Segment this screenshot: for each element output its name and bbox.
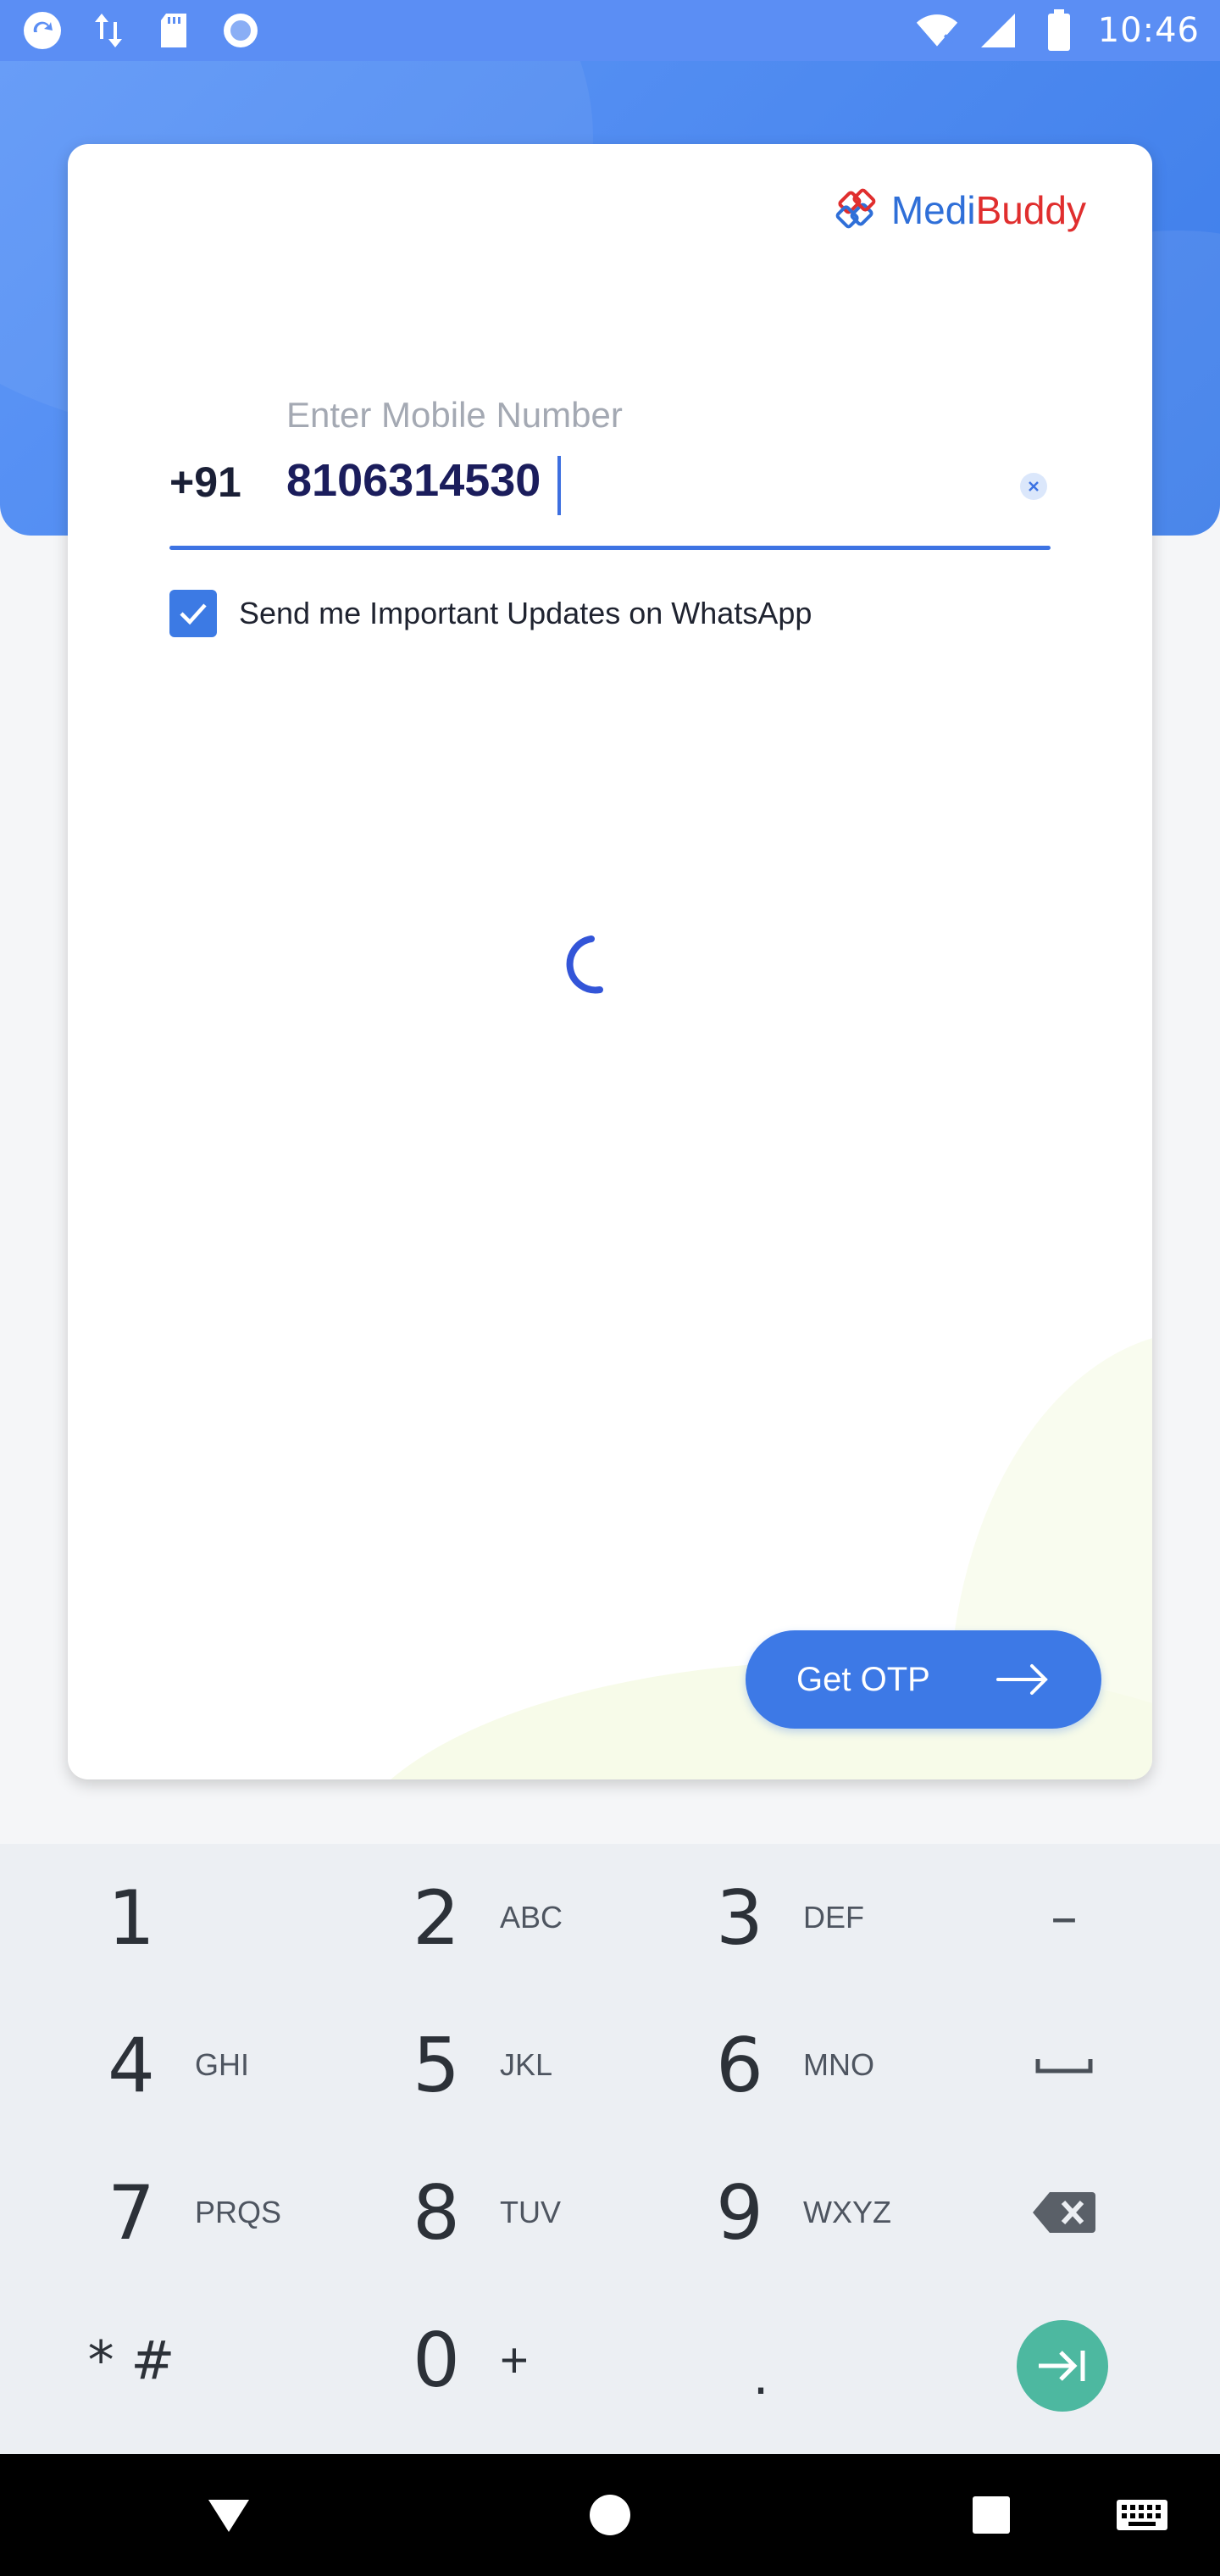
next-field-icon xyxy=(1039,2351,1085,2381)
backspace-key[interactable] xyxy=(1013,2147,1115,2278)
app-sync-icon xyxy=(20,8,64,53)
key-2[interactable]: 2 ABC xyxy=(390,1844,695,1991)
record-icon xyxy=(219,8,263,53)
key-8[interactable]: 8 TUV xyxy=(390,2139,695,2286)
country-code[interactable]: +91 xyxy=(169,458,241,507)
next-key[interactable] xyxy=(1017,2320,1108,2412)
input-underline xyxy=(169,546,1051,550)
clear-input-button[interactable] xyxy=(1020,473,1047,500)
home-button[interactable] xyxy=(580,2484,640,2545)
home-icon xyxy=(590,2495,630,2535)
status-time: 10:46 xyxy=(1097,11,1200,50)
space-key[interactable] xyxy=(1013,2000,1115,2130)
whatsapp-optin-label: Send me Important Updates on WhatsApp xyxy=(239,596,812,630)
key-period[interactable]: . xyxy=(693,2286,998,2434)
data-transfer-icon xyxy=(86,8,130,53)
brand-logo: MediBuddy xyxy=(829,181,1086,239)
wifi-icon xyxy=(915,8,959,53)
back-icon xyxy=(208,2500,249,2532)
back-button[interactable] xyxy=(198,2484,259,2545)
checkmark-icon xyxy=(180,603,207,625)
key-5[interactable]: 5 JKL xyxy=(390,1991,695,2139)
keyboard-switch-button[interactable] xyxy=(1112,2484,1173,2545)
brand-name: MediBuddy xyxy=(890,188,1086,232)
keyboard-icon xyxy=(1117,2500,1167,2530)
navigation-bar xyxy=(0,2454,1220,2576)
key-1[interactable]: 1 xyxy=(85,1844,390,1991)
key-6[interactable]: 6 MNO xyxy=(693,1991,998,2139)
close-icon xyxy=(1029,481,1039,491)
key-0[interactable]: 0 + xyxy=(390,2286,695,2434)
loading-spinner-icon xyxy=(566,935,603,994)
arrow-right-icon xyxy=(996,1664,1048,1695)
get-otp-label: Get OTP xyxy=(796,1660,930,1698)
mobile-number-input[interactable] xyxy=(286,451,964,510)
numeric-keypad: 1 2 ABC 3 DEF 4 GHI 5 JKL 6 MNO 7 PRQS 8 TUV 9W… xyxy=(0,1844,1220,2454)
space-bar-icon xyxy=(1035,2059,1093,2074)
get-otp-button[interactable]: Get OTP xyxy=(746,1630,1101,1729)
sd-card-icon xyxy=(152,8,197,53)
medibuddy-logo-icon xyxy=(829,181,883,239)
key-9[interactable]: 9 WXYZ xyxy=(693,2139,998,2286)
key-4[interactable]: 4 GHI xyxy=(85,1991,390,2139)
key-3[interactable]: 3 DEF xyxy=(693,1844,998,1991)
login-card: MediBuddy Enter Mobile Number +91 Send m… xyxy=(68,144,1152,1779)
key-symbols[interactable]: * # xyxy=(85,2286,390,2434)
recents-button[interactable] xyxy=(961,2484,1022,2545)
whatsapp-optin-row[interactable]: Send me Important Updates on WhatsApp xyxy=(169,590,812,637)
signal-icon xyxy=(976,8,1020,53)
text-cursor xyxy=(557,456,561,515)
whatsapp-optin-checkbox[interactable] xyxy=(169,590,217,637)
key-7[interactable]: 7 PRQS xyxy=(85,2139,390,2286)
mobile-number-label: Enter Mobile Number xyxy=(286,395,623,435)
status-bar: 10:46 xyxy=(0,0,1220,61)
minus-key[interactable]: – xyxy=(1013,1852,1115,1983)
recents-icon xyxy=(973,2496,1010,2534)
battery-icon xyxy=(1037,8,1081,53)
backspace-icon xyxy=(1033,2192,1095,2233)
